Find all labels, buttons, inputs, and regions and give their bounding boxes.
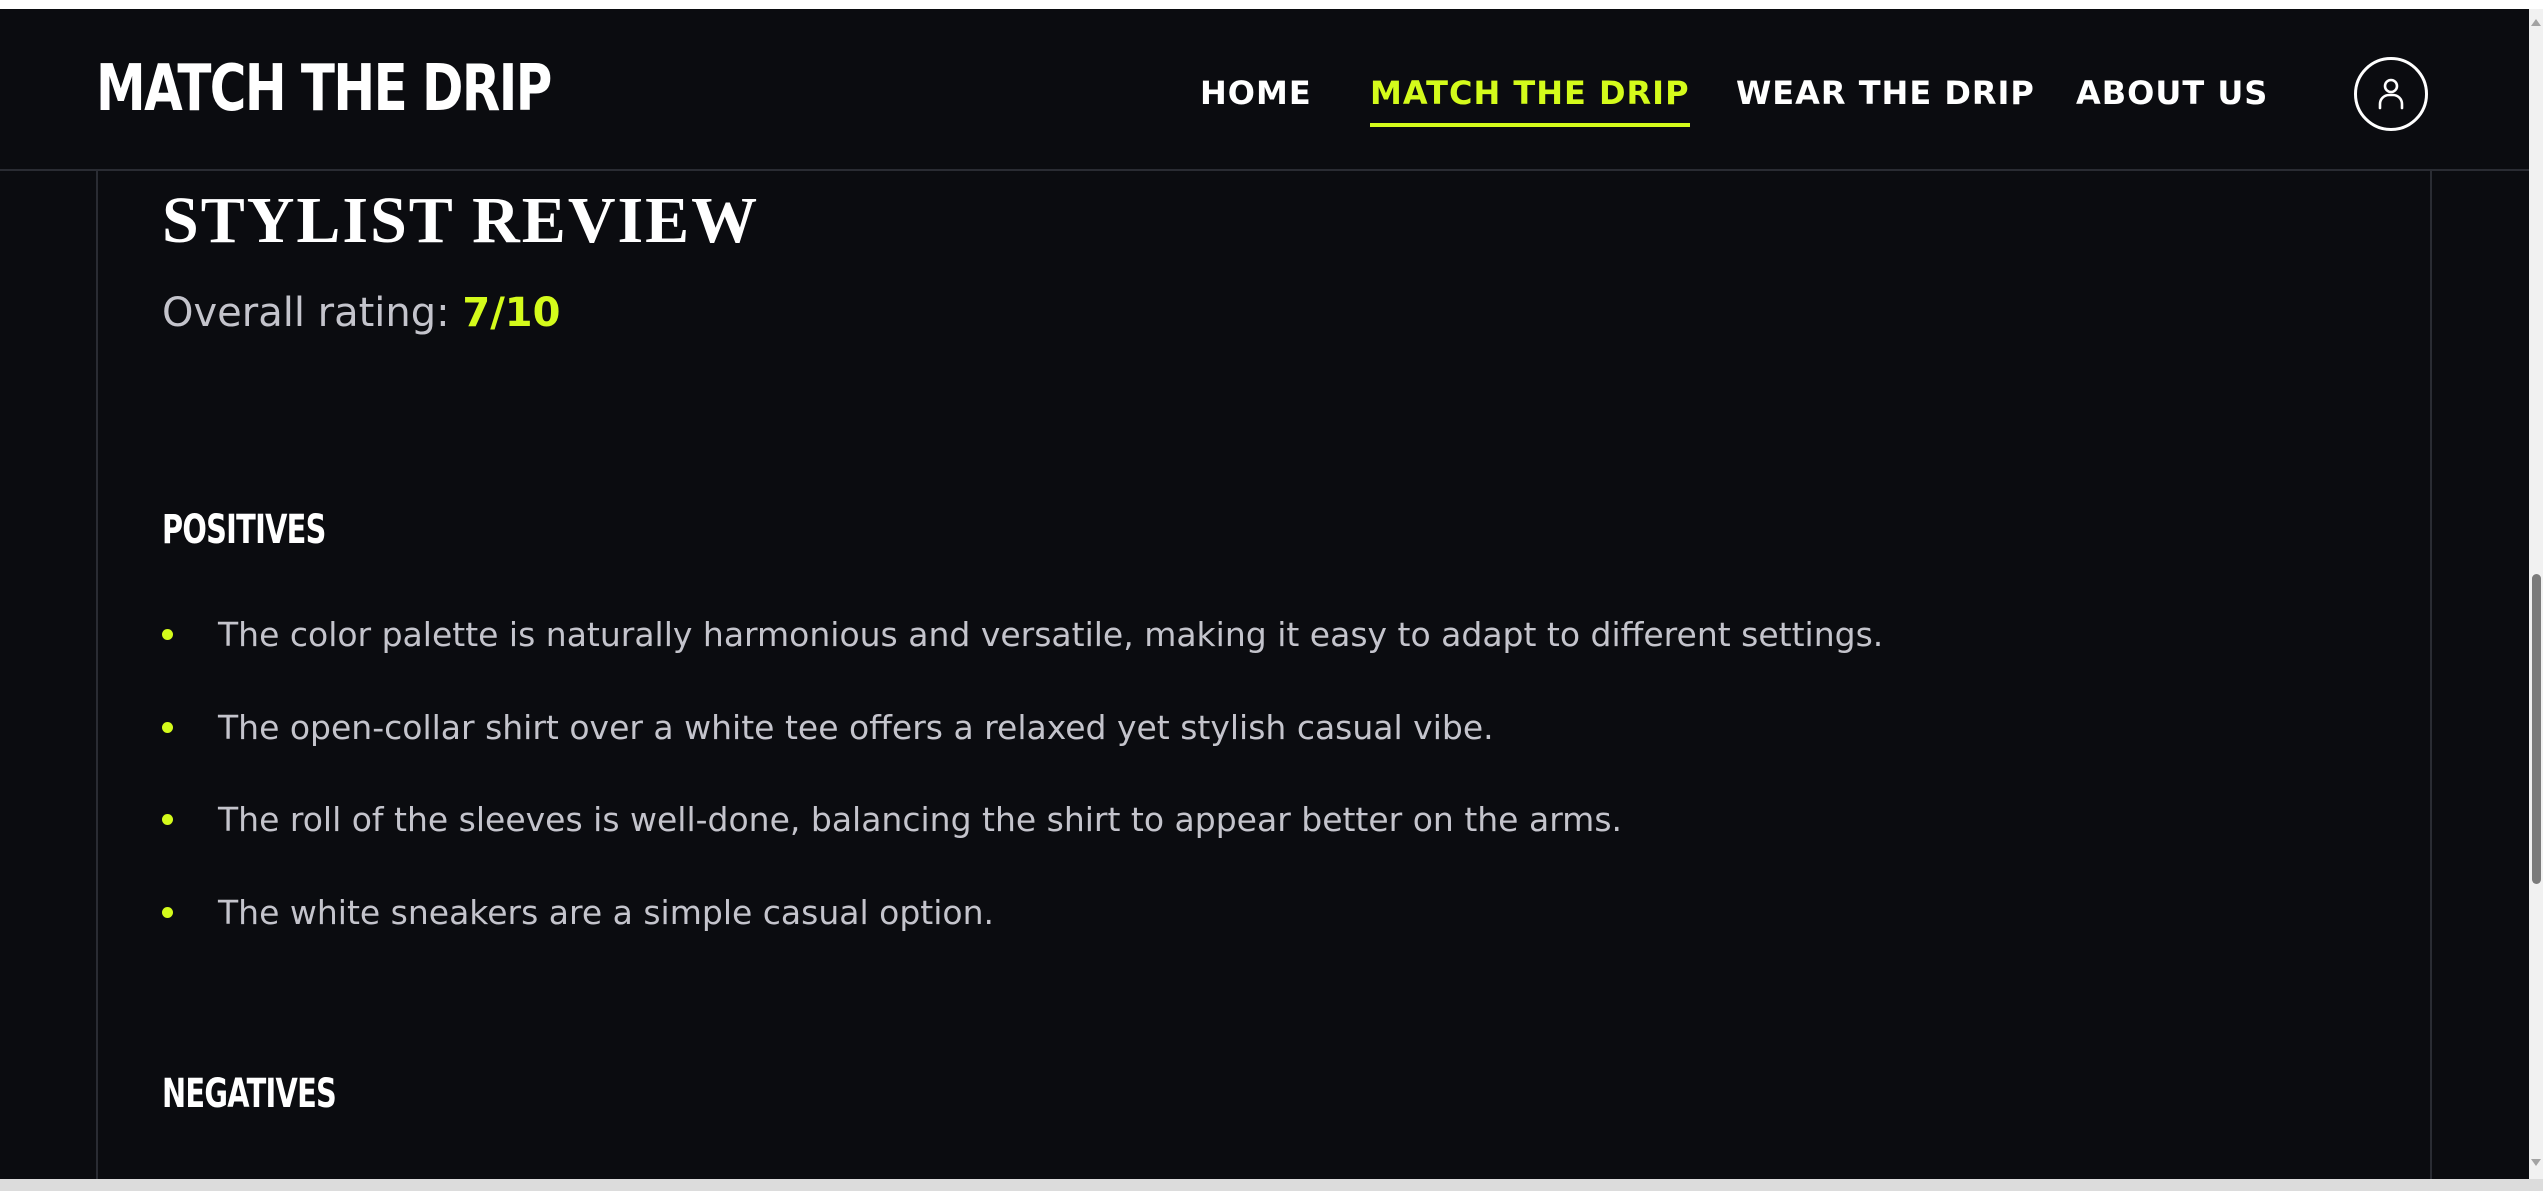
bullet-icon [162,906,173,918]
scroll-down-arrow-icon[interactable] [2531,1159,2541,1166]
scroll-up-arrow-icon[interactable] [2531,19,2541,26]
horizontal-scrollbar-track [0,1179,2543,1191]
positive-item-text: The roll of the sleeves is well-done, ba… [218,800,1623,839]
bullet-icon [162,721,173,733]
site-logo[interactable]: MATCH THE DRIP [96,47,552,131]
nav-about-us[interactable]: ABOUT US [2076,67,2268,119]
negatives-heading: NEGATIVES [162,1071,337,1117]
review-title: STYLIST REVIEW [162,184,760,257]
positive-item-text: The white sneakers are a simple casual o… [218,892,994,932]
account-button[interactable] [2354,57,2428,131]
nav-match-the-drip[interactable]: MATCH THE DRIP [1370,67,1690,127]
overall-rating: Overall rating: 7/10 [162,285,560,341]
site-header: MATCH THE DRIP HOME MATCH THE DRIP WEAR … [0,9,2529,171]
browser-top-edge [0,0,2543,9]
nav-wear-the-drip[interactable]: WEAR THE DRIP [1736,67,2035,119]
positive-item-text: The open-collar shirt over a white tee o… [218,707,1494,747]
stylist-review-panel: STYLIST REVIEW Overall rating: 7/10 POSI… [96,169,2432,1179]
nav-match-the-drip-label: MATCH THE DRIP [1370,74,1690,112]
nav-home[interactable]: HOME [1200,67,1312,119]
rating-value: 7/10 [462,290,561,336]
rating-label: Overall rating: [162,290,450,336]
vertical-scrollbar[interactable] [2529,9,2543,1179]
positive-item-text: The color palette is naturally harmoniou… [218,615,1884,654]
scrollbar-thumb[interactable] [2532,574,2541,884]
active-nav-underline [1370,123,1690,127]
positives-heading: POSITIVES [162,507,326,553]
bullet-icon [162,814,173,825]
bullet-icon [162,629,173,640]
page: MATCH THE DRIP HOME MATCH THE DRIP WEAR … [0,9,2529,1179]
user-icon [2378,78,2404,110]
